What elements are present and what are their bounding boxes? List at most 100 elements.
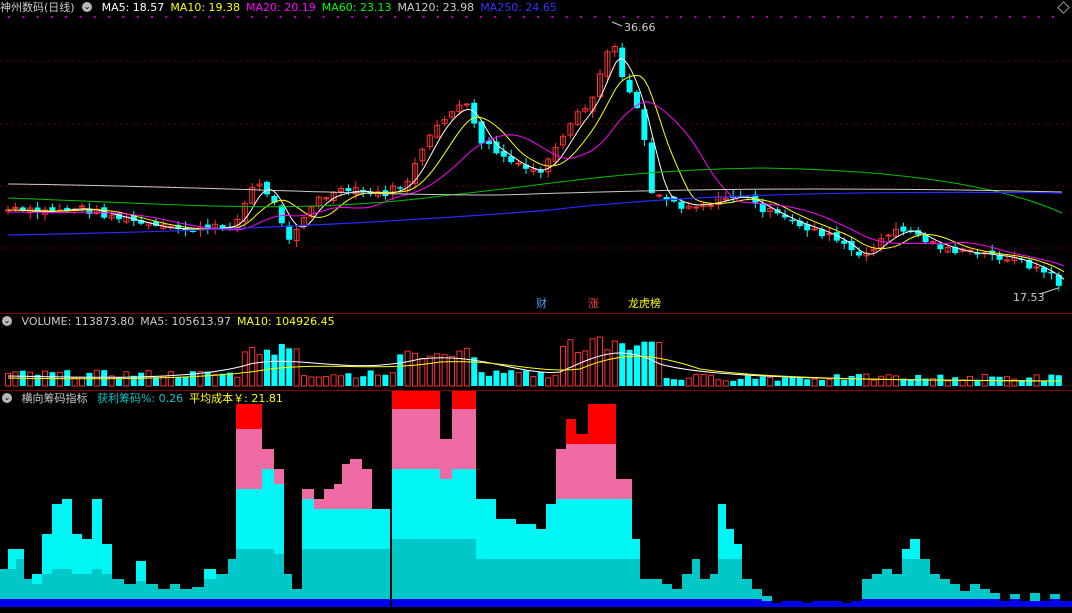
indicator-panel[interactable]: ⌄ 横向筹码指标 获利筹码%: 0.26 平均成本￥: 21.81	[0, 391, 1072, 613]
volume-bar	[86, 372, 93, 386]
volume-bar	[907, 379, 914, 386]
event-tag[interactable]: 龙虎榜	[628, 297, 661, 311]
volume-bar	[996, 376, 1003, 386]
volume-bar	[722, 380, 729, 387]
chip-segment	[146, 584, 158, 599]
chip-segment	[92, 569, 102, 599]
price-panel[interactable]: 神州数码(日线) ⌄ MA5: 18.57 MA10: 19.38 MA20: 20…	[0, 0, 1072, 313]
marker-dot	[923, 16, 926, 18]
chip-segment	[372, 509, 380, 549]
marker-dot	[765, 16, 768, 18]
chip-segment	[350, 509, 362, 549]
chip-segment	[32, 584, 42, 599]
chip-segment	[710, 574, 718, 599]
chip-segment	[274, 469, 284, 484]
indicator-settings-icon[interactable]: ⌄	[2, 393, 12, 403]
volume-panel[interactable]: ⌄ VOLUME: 113873.80 MA5: 105613.97 MA10: 1…	[0, 314, 1072, 390]
marker-dot	[208, 16, 211, 18]
chip-segment	[762, 601, 772, 607]
chip-segment	[832, 601, 842, 607]
volume-bar	[967, 375, 973, 387]
volume-bar	[12, 371, 19, 387]
chip-segment	[872, 574, 882, 599]
volume-bar	[64, 370, 71, 386]
chip-segment	[566, 444, 576, 499]
chip-segment	[262, 449, 274, 469]
marker-dot	[522, 16, 525, 18]
chip-segment	[726, 559, 734, 599]
chip-segment	[350, 459, 362, 509]
marker-dot	[22, 16, 25, 18]
candle-body	[937, 244, 944, 250]
candle-body	[626, 79, 633, 93]
chip-segment	[852, 601, 862, 607]
legend-label: MA10: 104926.45	[236, 315, 335, 328]
chip-segment	[362, 509, 372, 549]
volume-bar	[167, 371, 174, 387]
marker-dot	[622, 16, 625, 18]
volume-bar	[434, 353, 441, 387]
chip-segment	[476, 559, 486, 599]
volume-bar	[841, 379, 848, 386]
chip-segment	[640, 579, 652, 599]
marker-dot	[136, 16, 139, 18]
chip-segment	[216, 574, 228, 599]
volume-bar	[863, 373, 870, 387]
chip-segment	[158, 599, 170, 607]
chip-segment	[862, 579, 872, 599]
chip-segment	[372, 549, 380, 599]
event-tag[interactable]: 涨	[588, 297, 599, 311]
chip-segment	[262, 549, 274, 599]
marker-dot	[479, 16, 482, 18]
marker-dot	[951, 16, 954, 18]
legend-label: MA60: 23.13	[321, 1, 392, 14]
volume-settings-icon[interactable]: ⌄	[2, 316, 12, 326]
chip-segment	[452, 391, 462, 409]
volume-bar	[944, 380, 951, 387]
candle-body	[323, 197, 330, 200]
candlestick-chart[interactable]	[0, 0, 1072, 313]
chip-segment	[8, 549, 16, 569]
volume-bar	[663, 378, 670, 386]
volume-bar	[745, 375, 751, 386]
volume-bar	[878, 375, 885, 387]
chip-segment	[486, 599, 496, 607]
candle-body	[826, 233, 833, 236]
chip-segment	[170, 599, 180, 607]
volume-bar	[833, 374, 840, 386]
chip-segment	[72, 599, 82, 607]
event-tag[interactable]: 财	[536, 297, 547, 311]
chip-segment	[42, 574, 52, 599]
volume-bar	[796, 377, 803, 386]
marker-dot	[108, 16, 111, 18]
volume-bar	[678, 379, 685, 386]
chip-segment	[496, 519, 506, 559]
marker-dot	[351, 16, 354, 18]
marker-dot	[823, 16, 826, 18]
chip-segment	[440, 539, 452, 599]
chip-segment	[42, 534, 52, 574]
chip-segment	[92, 499, 102, 569]
volume-bar	[1026, 377, 1033, 386]
chip-distribution-chart[interactable]	[0, 391, 1072, 613]
chip-segment	[536, 559, 546, 599]
chip-segment	[158, 589, 170, 599]
volume-bar	[545, 377, 552, 387]
indicator-header: ⌄ 横向筹码指标 获利筹码%: 0.26 平均成本￥: 21.81	[0, 391, 295, 407]
chip-segment	[274, 484, 284, 554]
volume-bar	[641, 341, 648, 386]
settings-toggle-icon[interactable]: ⌄	[82, 2, 93, 12]
chip-segment	[302, 599, 314, 607]
marker-dot	[937, 16, 940, 18]
marker-dot	[866, 16, 868, 18]
chip-segment	[462, 409, 476, 469]
marker-dot	[537, 16, 540, 18]
chip-segment	[632, 559, 640, 599]
chip-segment	[236, 599, 248, 607]
chip-segment	[62, 499, 72, 569]
chip-segment	[546, 599, 556, 607]
chip-segment	[672, 599, 682, 607]
candle-body	[656, 194, 663, 197]
volume-bar	[352, 377, 359, 387]
marker-dot	[279, 16, 282, 18]
